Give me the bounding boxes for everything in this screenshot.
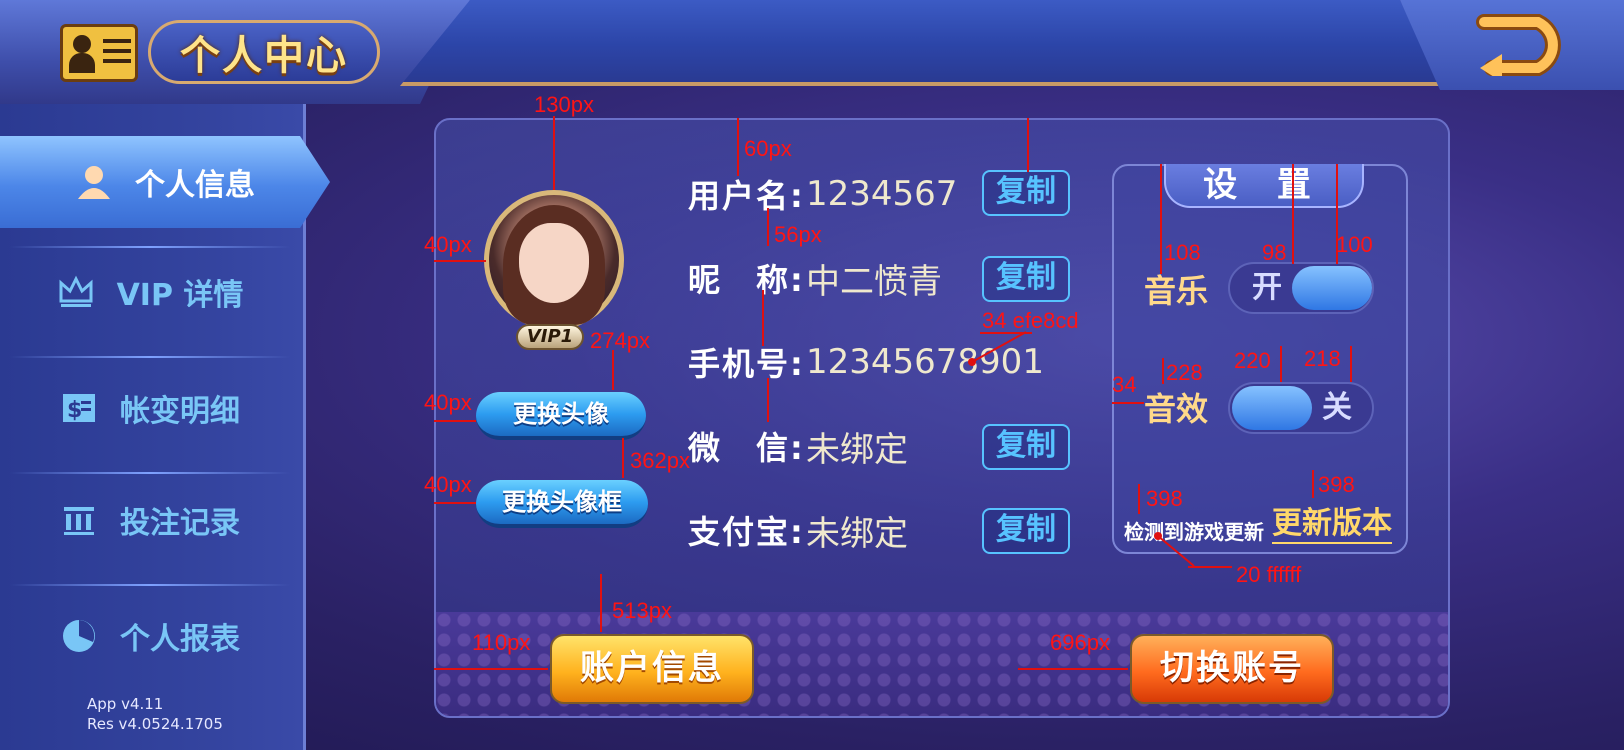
- avatar: [484, 190, 624, 330]
- field-label: 昵 称:: [688, 261, 805, 299]
- account-info-button[interactable]: 账户信息: [550, 634, 754, 704]
- info-row-username: 用户名: 1234567: [688, 172, 957, 216]
- sound-toggle[interactable]: 关: [1228, 382, 1374, 434]
- annotation-label: 100: [1336, 232, 1373, 257]
- header-stripe: [400, 0, 1440, 86]
- annotation-label: 56px: [774, 222, 822, 247]
- sidebar-item-label: 帐变明细: [120, 394, 240, 429]
- sound-label: 音效: [1144, 390, 1209, 428]
- annotation-label: 40px: [424, 390, 472, 415]
- annotation-label: 60px: [744, 136, 792, 161]
- sidebar-item-label: VIP 详情: [116, 278, 244, 313]
- sidebar-item-label: 投注记录: [120, 506, 240, 541]
- crown-icon: [59, 275, 93, 307]
- field-label: 微 信:: [688, 429, 805, 467]
- annotation-label: 696px: [1050, 630, 1110, 655]
- annotation-label: 398: [1146, 486, 1183, 511]
- annotation-label: 40px: [424, 472, 472, 497]
- annotation-label: 220: [1234, 348, 1271, 373]
- field-value: 1234567: [806, 174, 958, 214]
- annotation-pointer: [1154, 532, 1195, 567]
- annotation-label: 34 efe8cd: [982, 308, 1079, 333]
- annotation-label: 108: [1164, 240, 1201, 265]
- vip-badge: VIP1: [516, 324, 584, 350]
- toggle-state-label: 开: [1252, 270, 1282, 305]
- info-row-wechat: 微 信: 未绑定: [688, 424, 908, 470]
- toggle-knob: [1232, 386, 1312, 430]
- record-icon: [64, 507, 94, 535]
- annotation-label: 20 ffffff: [1236, 562, 1302, 587]
- annotation-label: 398: [1318, 472, 1355, 497]
- sidebar-item-bill[interactable]: $ 帐变明细: [0, 362, 300, 454]
- field-label: 支付宝:: [688, 513, 805, 551]
- toggle-state-label: 关: [1322, 390, 1352, 425]
- svg-text:$: $: [67, 398, 82, 423]
- divider: [10, 584, 290, 586]
- divider: [10, 356, 290, 358]
- version-info: App v4.11 Res v4.0524.1705: [87, 694, 223, 734]
- field-label: 手机号:: [688, 345, 805, 383]
- res-version: Res v4.0524.1705: [87, 715, 223, 733]
- update-version-link[interactable]: 更新版本: [1272, 498, 1392, 544]
- copy-username-button[interactable]: 复制: [982, 170, 1070, 216]
- bill-icon: $: [63, 394, 95, 423]
- sidebar-item-label: 个人信息: [135, 168, 255, 203]
- annotation-label: 130px: [534, 92, 594, 117]
- field-label: 用户名:: [688, 177, 805, 215]
- sidebar-item-report[interactable]: 个人报表: [0, 590, 300, 682]
- copy-wechat-button[interactable]: 复制: [982, 424, 1070, 470]
- sidebar-item-vip[interactable]: VIP 详情: [0, 246, 300, 338]
- music-toggle[interactable]: 开: [1228, 262, 1374, 314]
- change-avatar-button[interactable]: 更换头像: [476, 392, 646, 440]
- music-label: 音乐: [1144, 272, 1209, 310]
- id-card-icon: [60, 24, 138, 82]
- annotation-label: 34: [1112, 372, 1137, 397]
- annotation-label: 228: [1166, 360, 1203, 385]
- annotation-label: 274px: [590, 328, 650, 353]
- annotation-label: 40px: [424, 232, 472, 257]
- annotation-label: 110px: [472, 630, 531, 655]
- field-value: 中二愤青: [806, 261, 942, 302]
- info-row-alipay: 支付宝: 未绑定: [688, 508, 908, 554]
- sidebar-item-label: 个人报表: [120, 622, 240, 657]
- field-value: 未绑定: [806, 429, 908, 470]
- info-row-nickname: 昵 称: 中二愤青: [688, 256, 942, 302]
- settings-title: 设 置: [1164, 164, 1364, 208]
- copy-alipay-button[interactable]: 复制: [982, 508, 1070, 554]
- sidebar-item-profile[interactable]: 个人信息: [0, 136, 330, 228]
- annotation-label: 513px: [612, 598, 672, 623]
- annotation-label: 362px: [630, 448, 690, 473]
- switch-account-button[interactable]: 切换账号: [1130, 634, 1334, 704]
- change-frame-button[interactable]: 更换头像框: [476, 480, 648, 528]
- annotation-label: 98: [1262, 240, 1287, 265]
- page-title: 个人中心: [148, 20, 380, 84]
- sidebar-item-bets[interactable]: 投注记录: [0, 474, 300, 566]
- pie-chart-icon: [63, 620, 95, 652]
- field-value: 未绑定: [806, 513, 908, 554]
- person-icon: [78, 166, 110, 199]
- annotation-pointer: [968, 331, 1027, 366]
- app-version: App v4.11: [87, 695, 164, 713]
- top-header: 个人中心: [0, 0, 1624, 104]
- copy-nickname-button[interactable]: 复制: [982, 256, 1070, 302]
- annotation-label: 218: [1304, 346, 1341, 371]
- back-arrow-icon[interactable]: [1476, 14, 1568, 76]
- toggle-knob: [1292, 266, 1372, 310]
